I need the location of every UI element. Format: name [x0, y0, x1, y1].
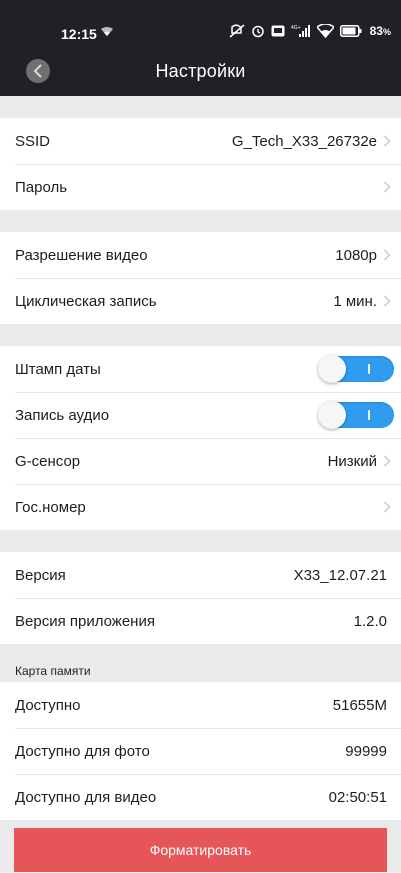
audio-recording-toggle[interactable]	[318, 401, 394, 429]
row-label: Штамп даты	[15, 360, 101, 378]
battery-percent: 83%	[369, 24, 391, 38]
ssid-value: G_Tech_X33_26732e	[231, 132, 377, 150]
row-label: Доступно для видео	[15, 788, 157, 806]
format-button[interactable]: Форматировать	[14, 828, 387, 872]
row-label: Разрешение видео	[15, 246, 148, 264]
status-icons: 4G+ 83%	[229, 24, 391, 38]
row-label: Версия приложения	[15, 612, 155, 630]
app-header: Настройки	[0, 48, 401, 96]
video-resolution-row[interactable]: Разрешение видео 1080p	[0, 232, 401, 278]
row-label: Версия	[15, 566, 66, 584]
resolution-value: 1080p	[335, 246, 377, 264]
format-area: Форматировать	[0, 820, 401, 872]
page-title: Настройки	[155, 61, 246, 81]
firmware-version-value: X33_12.07.21	[293, 566, 387, 584]
wifi-status-icon	[316, 24, 334, 38]
wifi-icon	[101, 27, 113, 36]
ssid-row[interactable]: SSID G_Tech_X33_26732e	[0, 118, 401, 164]
about-group: Версия X33_12.07.21 Версия приложения 1.…	[0, 552, 401, 644]
alarm-icon	[251, 25, 264, 38]
row-label: SSID	[15, 132, 51, 150]
section-divider	[0, 210, 401, 232]
available-photos-value: 99999	[345, 742, 387, 760]
section-divider	[0, 530, 401, 552]
toggle-on-mark	[368, 410, 370, 420]
chevron-right-icon	[384, 135, 391, 147]
firmware-version-row: Версия X33_12.07.21	[0, 552, 401, 598]
license-plate-row[interactable]: Гос.номер	[0, 484, 401, 530]
available-row: Доступно 51655M	[0, 682, 401, 728]
memory-card-header: Карта памяти	[0, 644, 401, 682]
status-time: 12:15	[61, 26, 97, 42]
date-stamp-row: Штамп даты	[0, 346, 401, 392]
row-label: Пароль	[15, 178, 68, 196]
options-group: Штамп даты Запись аудио G-сенсор Низкий …	[0, 346, 401, 530]
signal-icon: 4G+	[291, 25, 310, 37]
chevron-right-icon	[384, 295, 391, 307]
row-label: Гос.номер	[15, 498, 86, 516]
toggle-knob	[318, 355, 346, 383]
g-sensor-value: Низкий	[327, 452, 377, 470]
app-version-value: 1.2.0	[353, 612, 387, 630]
password-row[interactable]: Пароль	[0, 164, 401, 210]
row-label: Запись аудио	[15, 406, 110, 424]
available-value: 51655M	[332, 696, 387, 714]
volte-icon	[271, 25, 285, 37]
svg-text:4G+: 4G+	[291, 25, 301, 31]
video-group: Разрешение видео 1080p Циклическая запис…	[0, 232, 401, 324]
chevron-right-icon	[384, 455, 391, 467]
chevron-right-icon	[384, 249, 391, 261]
row-label: Циклическая запись	[15, 292, 157, 310]
row-label: Доступно	[15, 696, 81, 714]
status-bar: 12:15 4G+ 83%	[0, 0, 401, 48]
section-divider	[0, 324, 401, 346]
toggle-knob	[318, 401, 346, 429]
loop-recording-value: 1 мин.	[333, 292, 377, 310]
row-label: G-сенсор	[15, 452, 81, 470]
toggle-on-mark	[368, 364, 370, 374]
settings-list: SSID G_Tech_X33_26732e Пароль Разрешение…	[0, 96, 401, 872]
available-photos-row: Доступно для фото 99999	[0, 728, 401, 774]
available-video-value: 02:50:51	[328, 788, 387, 806]
chevron-right-icon	[384, 181, 391, 193]
g-sensor-row[interactable]: G-сенсор Низкий	[0, 438, 401, 484]
memory-group: Доступно 51655M Доступно для фото 99999 …	[0, 682, 401, 820]
row-label: Доступно для фото	[15, 742, 150, 760]
available-video-row: Доступно для видео 02:50:51	[0, 774, 401, 820]
section-label: Карта памяти	[15, 664, 91, 678]
mute-icon	[229, 24, 245, 38]
battery-icon	[339, 25, 362, 37]
network-group: SSID G_Tech_X33_26732e Пароль	[0, 118, 401, 210]
app-version-row: Версия приложения 1.2.0	[0, 598, 401, 644]
date-stamp-toggle[interactable]	[318, 355, 394, 383]
loop-recording-row[interactable]: Циклическая запись 1 мин.	[0, 278, 401, 324]
section-divider	[0, 96, 401, 118]
chevron-right-icon	[384, 501, 391, 513]
audio-recording-row: Запись аудио	[0, 392, 401, 438]
